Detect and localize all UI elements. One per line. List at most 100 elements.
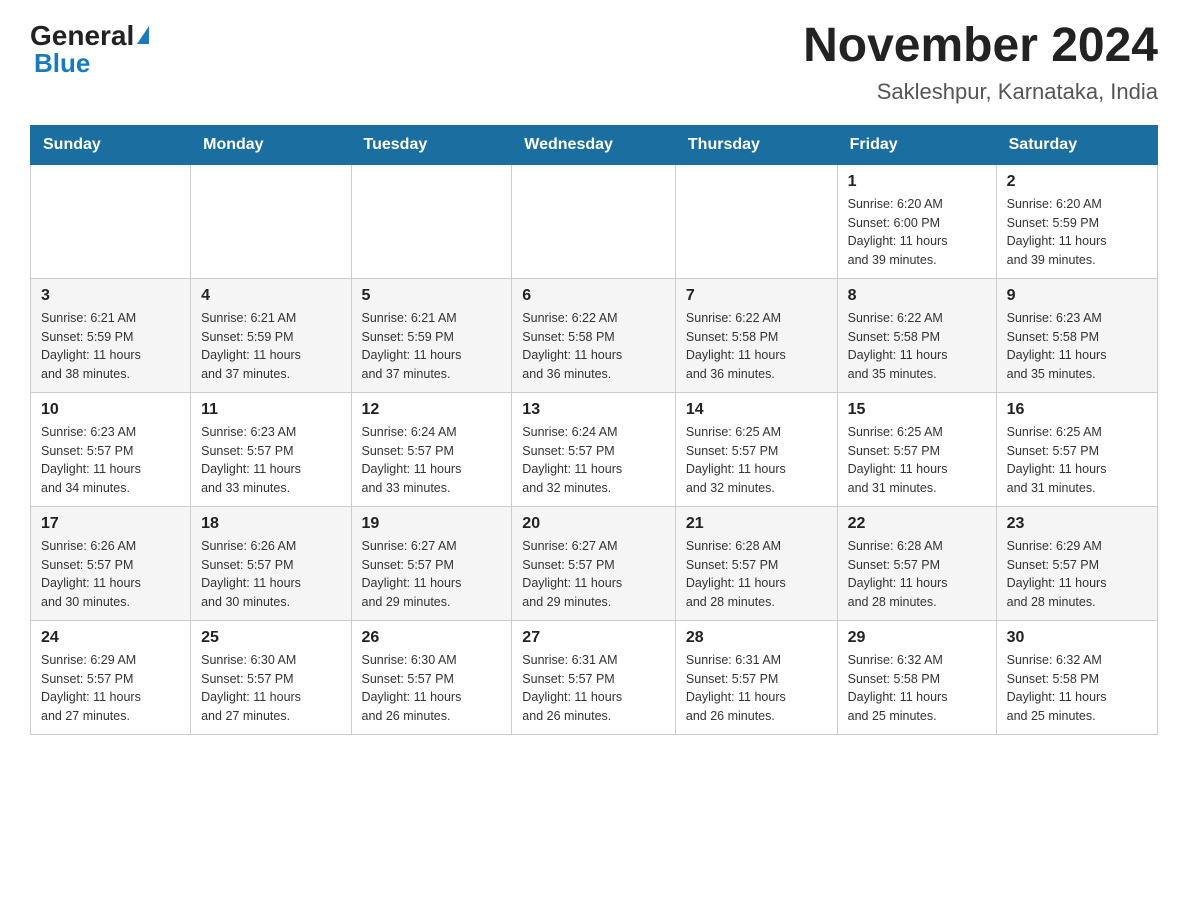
day-info: Sunrise: 6:30 AMSunset: 5:57 PMDaylight:… [362, 651, 502, 726]
logo-blue: Blue [34, 48, 90, 79]
calendar-cell: 13 Sunrise: 6:24 AMSunset: 5:57 PMDayligh… [512, 392, 676, 506]
calendar-cell: 25 Sunrise: 6:30 AMSunset: 5:57 PMDayligh… [191, 620, 351, 734]
calendar-cell: 22 Sunrise: 6:28 AMSunset: 5:57 PMDayligh… [837, 506, 996, 620]
page-title: November 2024 [803, 20, 1158, 73]
day-number: 10 [41, 401, 180, 419]
calendar-header-row: SundayMondayTuesdayWednesdayThursdayFrid… [31, 125, 1158, 164]
day-info: Sunrise: 6:26 AMSunset: 5:57 PMDaylight:… [201, 537, 340, 612]
day-info: Sunrise: 6:21 AMSunset: 5:59 PMDaylight:… [201, 309, 340, 384]
calendar-week-row: 24Sunrise: 6:29 AMSunset: 5:57 PMDayligh… [31, 620, 1158, 734]
day-number: 19 [362, 515, 502, 533]
calendar-cell: 9 Sunrise: 6:23 AMSunset: 5:58 PMDaylight… [996, 278, 1157, 392]
day-info: Sunrise: 6:27 AMSunset: 5:57 PMDaylight:… [522, 537, 665, 612]
calendar-cell: 4Sunrise: 6:21 AMSunset: 5:59 PMDaylight… [191, 278, 351, 392]
calendar-cell: 20Sunrise: 6:27 AMSunset: 5:57 PMDayligh… [512, 506, 676, 620]
day-info: Sunrise: 6:23 AMSunset: 5:58 PMDaylight:… [1007, 309, 1147, 384]
calendar-cell: 2 Sunrise: 6:20 AMSunset: 5:59 PMDaylight… [996, 164, 1157, 278]
calendar-table: SundayMondayTuesdayWednesdayThursdayFrid… [30, 125, 1158, 735]
day-number: 23 [1007, 515, 1147, 533]
weekday-header-monday: Monday [191, 125, 351, 164]
day-info: Sunrise: 6:27 AMSunset: 5:57 PMDaylight:… [362, 537, 502, 612]
day-number: 28 [686, 629, 827, 647]
calendar-cell: 10 Sunrise: 6:23 AMSunset: 5:57 PMDayligh… [31, 392, 191, 506]
calendar-cell: 19 Sunrise: 6:27 AMSunset: 5:57 PMDayligh… [351, 506, 512, 620]
calendar-cell: 16Sunrise: 6:25 AMSunset: 5:57 PMDayligh… [996, 392, 1157, 506]
day-number: 6 [522, 287, 665, 305]
calendar-cell: 5 Sunrise: 6:21 AMSunset: 5:59 PMDaylight… [351, 278, 512, 392]
day-number: 17 [41, 515, 180, 533]
day-info: Sunrise: 6:30 AMSunset: 5:57 PMDaylight:… [201, 651, 340, 726]
calendar-cell [191, 164, 351, 278]
day-number: 25 [201, 629, 340, 647]
title-block: November 2024 Sakleshpur, Karnataka, Ind… [803, 20, 1158, 105]
day-info: Sunrise: 6:22 AMSunset: 5:58 PMDaylight:… [686, 309, 827, 384]
weekday-header-thursday: Thursday [675, 125, 837, 164]
calendar-cell: 24Sunrise: 6:29 AMSunset: 5:57 PMDayligh… [31, 620, 191, 734]
day-number: 21 [686, 515, 827, 533]
day-info: Sunrise: 6:32 AMSunset: 5:58 PMDaylight:… [848, 651, 986, 726]
calendar-week-row: 17 Sunrise: 6:26 AMSunset: 5:57 PMDayligh… [31, 506, 1158, 620]
day-number: 29 [848, 629, 986, 647]
calendar-cell: 15Sunrise: 6:25 AMSunset: 5:57 PMDayligh… [837, 392, 996, 506]
day-info: Sunrise: 6:20 AMSunset: 5:59 PMDaylight:… [1007, 195, 1147, 270]
day-number: 24 [41, 629, 180, 647]
day-number: 11 [201, 401, 340, 419]
day-info: Sunrise: 6:26 AMSunset: 5:57 PMDaylight:… [41, 537, 180, 612]
day-number: 2 [1007, 173, 1147, 191]
weekday-header-wednesday: Wednesday [512, 125, 676, 164]
day-number: 18 [201, 515, 340, 533]
day-info: Sunrise: 6:24 AMSunset: 5:57 PMDaylight:… [522, 423, 665, 498]
day-info: Sunrise: 6:23 AMSunset: 5:57 PMDaylight:… [41, 423, 180, 498]
calendar-cell: 26 Sunrise: 6:30 AMSunset: 5:57 PMDayligh… [351, 620, 512, 734]
day-info: Sunrise: 6:21 AMSunset: 5:59 PMDaylight:… [362, 309, 502, 384]
calendar-cell: 1 Sunrise: 6:20 AMSunset: 6:00 PMDaylight… [837, 164, 996, 278]
day-info: Sunrise: 6:31 AMSunset: 5:57 PMDaylight:… [522, 651, 665, 726]
calendar-cell: 21 Sunrise: 6:28 AMSunset: 5:57 PMDayligh… [675, 506, 837, 620]
calendar-cell: 28 Sunrise: 6:31 AMSunset: 5:57 PMDayligh… [675, 620, 837, 734]
day-number: 26 [362, 629, 502, 647]
calendar-cell: 27Sunrise: 6:31 AMSunset: 5:57 PMDayligh… [512, 620, 676, 734]
weekday-header-saturday: Saturday [996, 125, 1157, 164]
calendar-cell: 6Sunrise: 6:22 AMSunset: 5:58 PMDaylight… [512, 278, 676, 392]
day-info: Sunrise: 6:28 AMSunset: 5:57 PMDaylight:… [848, 537, 986, 612]
logo: General Blue [30, 20, 149, 79]
calendar-cell: 12 Sunrise: 6:24 AMSunset: 5:57 PMDayligh… [351, 392, 512, 506]
logo-triangle-icon [137, 26, 149, 44]
calendar-week-row: 3 Sunrise: 6:21 AMSunset: 5:59 PMDaylight… [31, 278, 1158, 392]
day-number: 7 [686, 287, 827, 305]
day-number: 5 [362, 287, 502, 305]
weekday-header-friday: Friday [837, 125, 996, 164]
calendar-cell: 23 Sunrise: 6:29 AMSunset: 5:57 PMDayligh… [996, 506, 1157, 620]
day-info: Sunrise: 6:20 AMSunset: 6:00 PMDaylight:… [848, 195, 986, 270]
calendar-cell: 7 Sunrise: 6:22 AMSunset: 5:58 PMDaylight… [675, 278, 837, 392]
day-number: 16 [1007, 401, 1147, 419]
day-number: 12 [362, 401, 502, 419]
calendar-cell: 3 Sunrise: 6:21 AMSunset: 5:59 PMDaylight… [31, 278, 191, 392]
day-number: 1 [848, 173, 986, 191]
day-info: Sunrise: 6:31 AMSunset: 5:57 PMDaylight:… [686, 651, 827, 726]
day-number: 22 [848, 515, 986, 533]
calendar-cell [675, 164, 837, 278]
day-number: 3 [41, 287, 180, 305]
day-info: Sunrise: 6:23 AMSunset: 5:57 PMDaylight:… [201, 423, 340, 498]
calendar-week-row: 10 Sunrise: 6:23 AMSunset: 5:57 PMDayligh… [31, 392, 1158, 506]
day-number: 15 [848, 401, 986, 419]
calendar-cell: 8Sunrise: 6:22 AMSunset: 5:58 PMDaylight… [837, 278, 996, 392]
calendar-cell: 29 Sunrise: 6:32 AMSunset: 5:58 PMDayligh… [837, 620, 996, 734]
day-info: Sunrise: 6:32 AMSunset: 5:58 PMDaylight:… [1007, 651, 1147, 726]
day-number: 9 [1007, 287, 1147, 305]
calendar-cell: 14Sunrise: 6:25 AMSunset: 5:57 PMDayligh… [675, 392, 837, 506]
day-info: Sunrise: 6:29 AMSunset: 5:57 PMDaylight:… [1007, 537, 1147, 612]
day-info: Sunrise: 6:24 AMSunset: 5:57 PMDaylight:… [362, 423, 502, 498]
day-info: Sunrise: 6:21 AMSunset: 5:59 PMDaylight:… [41, 309, 180, 384]
calendar-cell: 18 Sunrise: 6:26 AMSunset: 5:57 PMDayligh… [191, 506, 351, 620]
page-header: General Blue November 2024 Sakleshpur, K… [30, 20, 1158, 105]
day-info: Sunrise: 6:28 AMSunset: 5:57 PMDaylight:… [686, 537, 827, 612]
calendar-cell: 11 Sunrise: 6:23 AMSunset: 5:57 PMDayligh… [191, 392, 351, 506]
calendar-cell [31, 164, 191, 278]
weekday-header-sunday: Sunday [31, 125, 191, 164]
day-info: Sunrise: 6:25 AMSunset: 5:57 PMDaylight:… [686, 423, 827, 498]
page-subtitle: Sakleshpur, Karnataka, India [803, 79, 1158, 105]
calendar-cell [351, 164, 512, 278]
day-number: 13 [522, 401, 665, 419]
